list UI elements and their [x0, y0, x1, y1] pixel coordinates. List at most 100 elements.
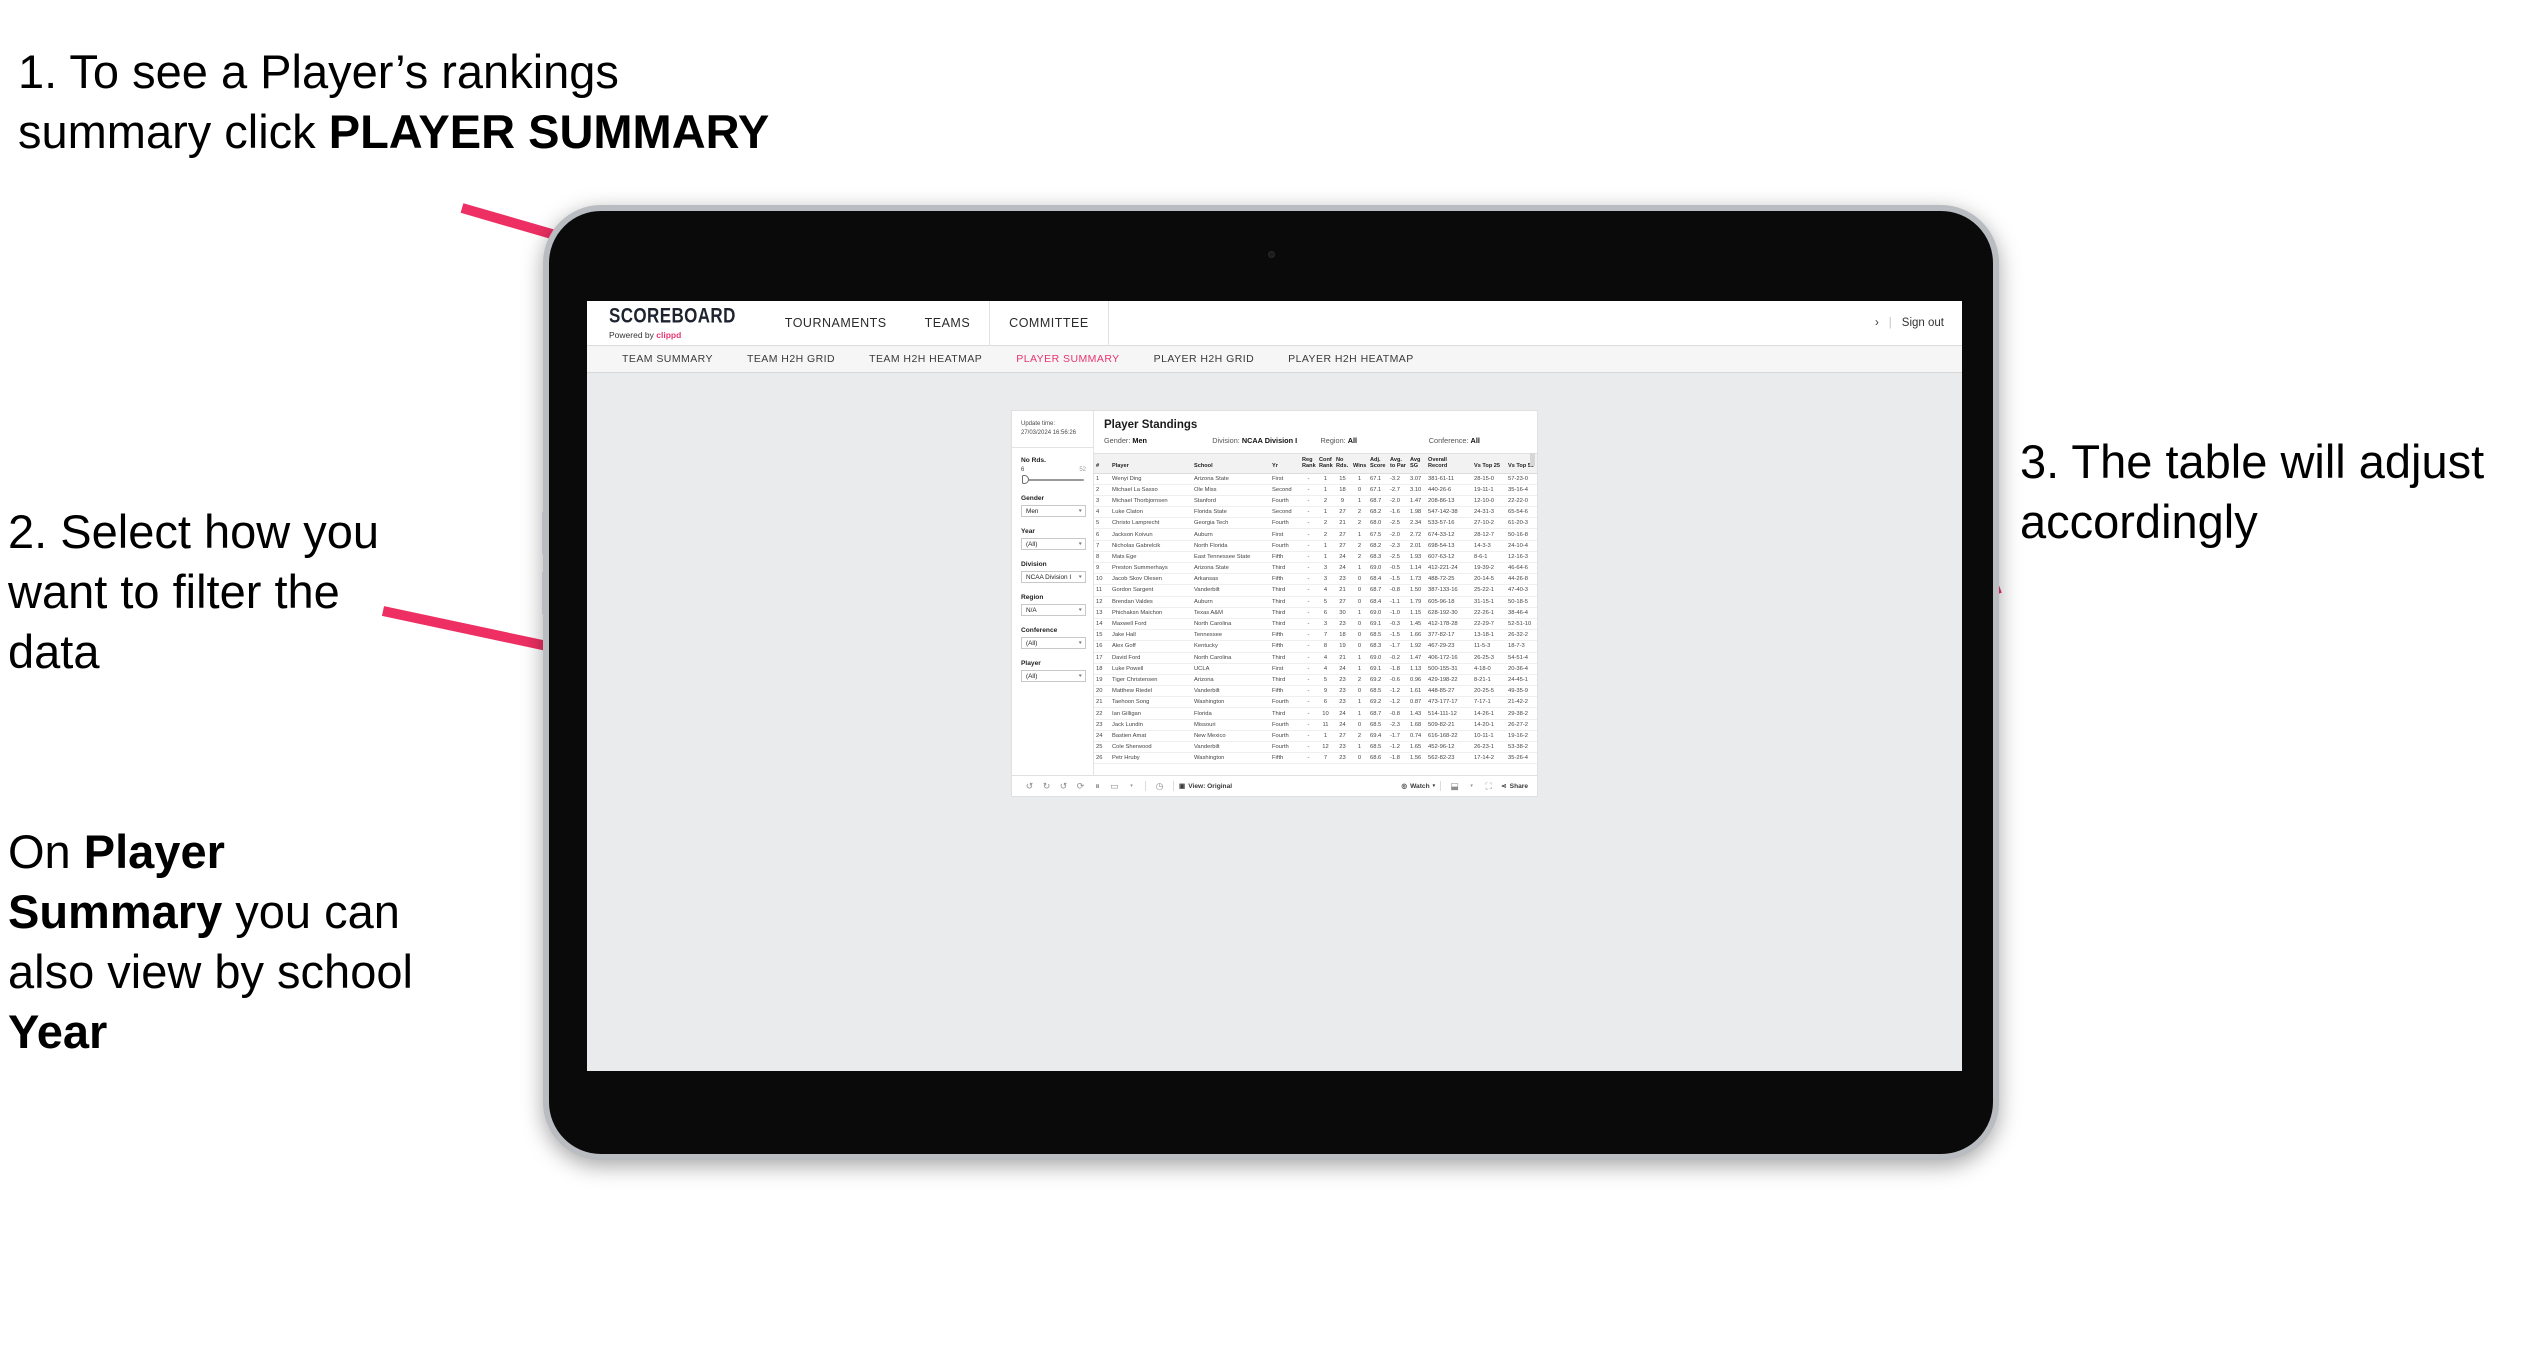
cell-adj-score: 68.5	[1368, 741, 1388, 754]
chevron-down-icon: ▾	[1079, 673, 1083, 679]
table-row[interactable]: 5 Christo Lamprecht Georgia Tech Fourth -2 21…	[1094, 517, 1537, 530]
share-button[interactable]: ⋖ Share	[1501, 782, 1528, 791]
alert-icon[interactable]: ◷	[1151, 776, 1168, 797]
col-player[interactable]: Player	[1110, 453, 1192, 474]
revert-icon[interactable]: ↺	[1055, 776, 1072, 797]
table-row[interactable]: 18 Luke Powell UCLA First -4 24 1 69.1 -1.8 1.13 5…	[1094, 663, 1537, 675]
year-select[interactable]: (All) ▾	[1021, 538, 1086, 550]
cell-no-rds: 18	[1334, 629, 1351, 642]
table-row[interactable]: 19 Tiger Christensen Arizona Third -5 23 2 69.2…	[1094, 674, 1537, 687]
table-row[interactable]: 26 Petr Hruby Washington Fifth -7 23 0 68.6 -1.8…	[1094, 752, 1537, 765]
table-row[interactable]: 8 Mats Ege East Tennessee State Fifth -1 24 2 6…	[1094, 551, 1537, 564]
tab-team-h2h-heatmap[interactable]: TEAM H2H HEATMAP	[852, 346, 999, 373]
player-select[interactable]: (All) ▾	[1021, 670, 1086, 682]
table-row[interactable]: 1 Wenyi Ding Arizona State First -1 15 1 67.1 -3…	[1094, 473, 1537, 485]
standings-table-scroll[interactable]: # Player School Yr Reg Rank Conf Rank No Rd…	[1094, 453, 1537, 775]
cell-adj-score: 69.1	[1368, 663, 1388, 675]
col-overall-record[interactable]: Overall Record	[1426, 453, 1472, 474]
table-row[interactable]: 24 Bastien Amat New Mexico Fourth -1 27 2 69.4-…	[1094, 730, 1537, 743]
table-row[interactable]: 13 Phichaksn Maichon Texas A&M Third -6 30 1 69…	[1094, 607, 1537, 619]
cell-school: Vanderbilt	[1192, 584, 1270, 597]
table-row[interactable]: 9 Preston Summerhays Arizona State Third -3 2…	[1094, 562, 1537, 575]
table-row[interactable]: 3 Michael Thorbjornsen Stanford Fourth -2 9 1 6…	[1094, 495, 1537, 508]
fullscreen-icon[interactable]: ⛶	[1480, 776, 1497, 797]
cell-avg-to-par: -2.3	[1388, 719, 1408, 731]
cell-overall-record: 533-57-16	[1426, 517, 1472, 530]
col-avg-sg[interactable]: Avg SG	[1408, 453, 1426, 474]
cell-yr: Fifth	[1270, 640, 1300, 653]
nav-tournaments[interactable]: TOURNAMENTS	[766, 301, 906, 346]
col-school[interactable]: School	[1192, 453, 1270, 474]
table-row[interactable]: 16 Alex Goff Kentucky Fifth -8 19 0 68.3 -1.7 1.9…	[1094, 640, 1537, 653]
watch-button[interactable]: ◎ Watch ▾	[1401, 782, 1435, 791]
table-row[interactable]: 10 Jacob Skov Olesen Arkansas Fifth -3 23 0 68.…	[1094, 573, 1537, 586]
cell-vs-top-50: 50-16-8	[1506, 528, 1537, 541]
account-chevron-icon[interactable]: ›	[1875, 317, 1879, 329]
conference-select[interactable]: (All) ▾	[1021, 637, 1086, 649]
pause-auto-update-icon[interactable]: ⏸	[1089, 776, 1106, 797]
chevron-down-icon[interactable]: ▾	[1463, 776, 1480, 797]
col-yr[interactable]: Yr	[1270, 453, 1300, 474]
cell-vs-top-50: 52-51-10	[1506, 618, 1537, 631]
table-scrollbar-thumb[interactable]	[1530, 453, 1535, 466]
param-gender-value: Men	[1132, 436, 1148, 445]
cell-vs-top-25: 25-22-1	[1472, 584, 1506, 597]
table-row[interactable]: 4 Luke Claton Florida State Second -1 27 2 68.2…	[1094, 506, 1537, 519]
table-row[interactable]: 17 David Ford North Carolina Third -4 21 1 69.0…	[1094, 652, 1537, 664]
table-row[interactable]: 6 Jackson Koivun Auburn First -2 27 1 67.5 -2.0 2…	[1094, 528, 1537, 541]
table-row[interactable]: 20 Matthew Riedel Vanderbilt Fifth -9 23 0 68.5…	[1094, 685, 1537, 698]
redo-icon[interactable]: ↻	[1038, 776, 1055, 797]
cell-vs-top-25: 24-31-3	[1472, 506, 1506, 519]
volume-button-down[interactable]	[542, 571, 546, 615]
cell-yr: Third	[1270, 674, 1300, 687]
table-row[interactable]: 7 Nicholas Gabrelcik North Florida Fourth -1…	[1094, 540, 1537, 552]
sign-out-link[interactable]: Sign out	[1902, 317, 1944, 329]
tab-team-summary[interactable]: TEAM SUMMARY	[605, 346, 730, 373]
tablet-screen: SCOREBOARD Powered by clippd TOURNAMENTS…	[587, 301, 1962, 1071]
download-icon[interactable]: ⬓	[1446, 776, 1463, 797]
chevron-down-icon[interactable]: ▾	[1123, 776, 1140, 797]
tablet-device-frame: SCOREBOARD Powered by clippd TOURNAMENTS…	[542, 205, 1999, 1160]
table-row[interactable]: 11 Gordon Sargent Vanderbilt Third -4 21 0 68.7…	[1094, 584, 1537, 597]
tab-team-h2h-grid[interactable]: TEAM H2H GRID	[730, 346, 852, 373]
table-row[interactable]: 21 Taehoon Song Washington Fourth -6 23 1 69.2-…	[1094, 696, 1537, 709]
cell-overall-record: 412-178-28	[1426, 618, 1472, 631]
slider-handle[interactable]	[1022, 475, 1029, 484]
volume-button-up[interactable]	[542, 511, 546, 555]
app-logo[interactable]: SCOREBOARD Powered by clippd	[587, 301, 752, 345]
refresh-data-icon[interactable]: ⟳	[1072, 776, 1089, 797]
view-original-button[interactable]: ▣ View: Original	[1179, 782, 1232, 791]
col-rank[interactable]: #	[1094, 453, 1110, 474]
cell-no-rds: 27	[1334, 596, 1351, 608]
cell-avg-to-par: -1.8	[1388, 752, 1408, 765]
region-select[interactable]: N/A ▾	[1021, 604, 1086, 616]
no-rounds-slider[interactable]	[1021, 475, 1086, 484]
col-no-rds[interactable]: No Rds.	[1334, 453, 1351, 474]
col-wins[interactable]: Wins	[1351, 453, 1368, 474]
col-conf-rank[interactable]: Conf Rank	[1317, 453, 1334, 474]
tab-player-h2h-heatmap[interactable]: PLAYER H2H HEATMAP	[1271, 346, 1431, 373]
nav-teams[interactable]: TEAMS	[906, 301, 990, 346]
col-avg-to-par[interactable]: Avg. to Par	[1388, 453, 1408, 474]
nav-committee[interactable]: COMMITTEE	[989, 301, 1109, 346]
tab-player-h2h-grid[interactable]: PLAYER H2H GRID	[1137, 346, 1272, 373]
table-row[interactable]: 14 Maxwell Ford North Carolina Third -3 23 0 69…	[1094, 618, 1537, 631]
undo-icon[interactable]: ↺	[1021, 776, 1038, 797]
col-reg-rank[interactable]: Reg Rank	[1300, 453, 1317, 474]
tab-player-summary[interactable]: PLAYER SUMMARY	[999, 346, 1136, 373]
col-vs-top-25[interactable]: Vs Top 25	[1472, 453, 1506, 474]
table-row[interactable]: 2 Michael La Sasso Ole Miss Second -1 18 0 67.1…	[1094, 484, 1537, 496]
division-select[interactable]: NCAA Division I ▾	[1021, 571, 1086, 583]
table-row[interactable]: 25 Cole Sherwood Vanderbilt Fourth -12 23 1 68.…	[1094, 741, 1537, 754]
table-row[interactable]: 12 Brendan Valdes Auburn Third -5 27 0 68.4 -1.1…	[1094, 596, 1537, 608]
highlight-icon[interactable]: ▭	[1106, 776, 1123, 797]
table-row[interactable]: 22 Ian Gilligan Florida Third -10 24 1 68.7 -0.8…	[1094, 707, 1537, 720]
col-adj-score[interactable]: Adj. Score	[1368, 453, 1388, 474]
cell-vs-top-25: 12-10-0	[1472, 495, 1506, 508]
table-row[interactable]: 23 Jack Lundin Missouri Fourth -11 24 0 68.5 -2.…	[1094, 719, 1537, 731]
cell-vs-top-50: 18-7-3	[1506, 640, 1537, 653]
cell-school: Florida	[1192, 707, 1270, 720]
chevron-down-icon: ▾	[1079, 574, 1083, 580]
table-row[interactable]: 15 Jake Hall Tennessee Fifth -7 18 0 68.5 -1.5 1.…	[1094, 629, 1537, 642]
gender-select[interactable]: Men ▾	[1021, 505, 1086, 517]
